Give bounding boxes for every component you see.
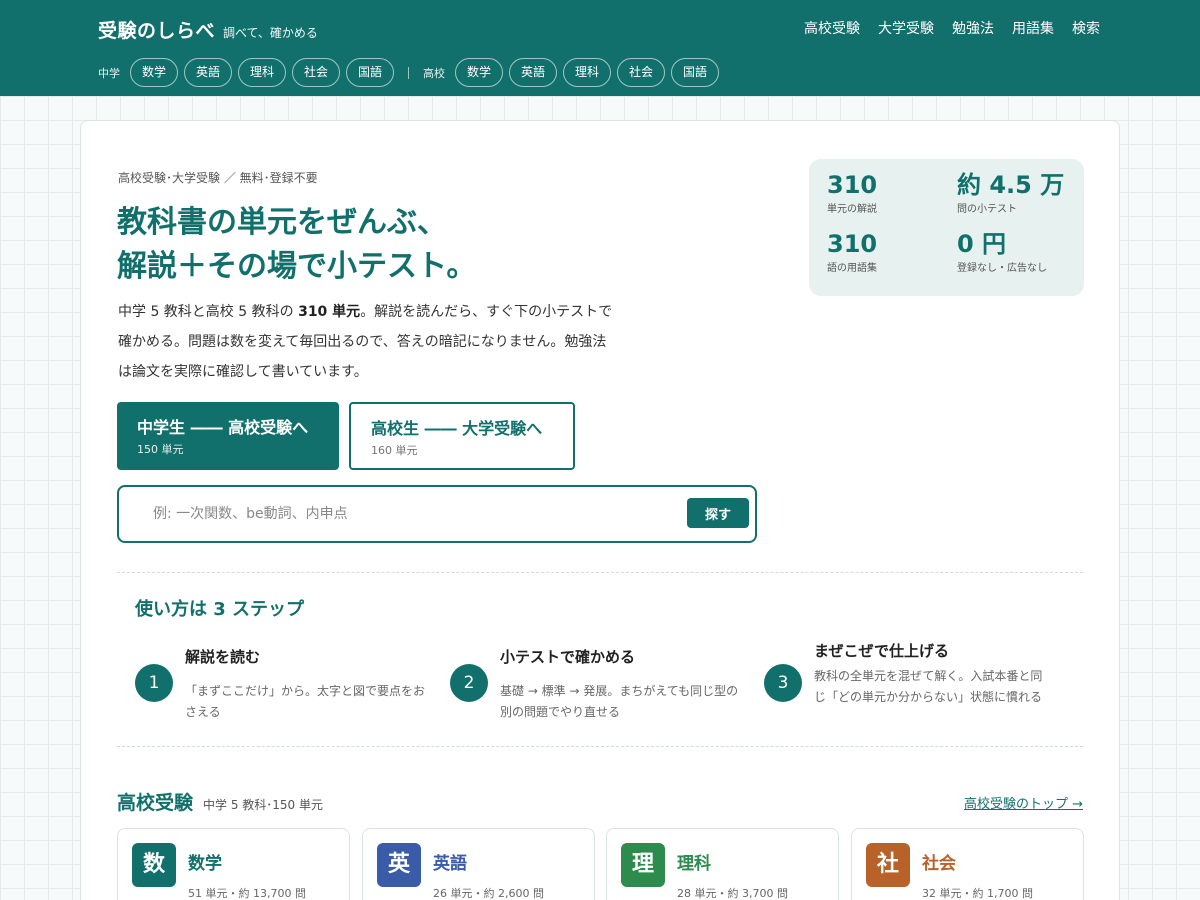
junior-cta-button[interactable]: 中学生 ―― 高校受験へ 150 単元 — [117, 402, 339, 470]
cta-subtitle: 160 単元 — [371, 444, 418, 457]
stat-glossary: 310 語の用語集 — [827, 230, 877, 274]
brand-name[interactable]: 受験のしらべ — [98, 16, 215, 43]
senior-english-pill[interactable]: 英語 — [509, 58, 557, 87]
step-title: 解説を読む — [185, 648, 261, 666]
stats-panel: 310 単元の解説 約 4.5 万 問の小テスト 310 語の用語集 0 円 登… — [809, 159, 1084, 296]
nav-daigaku-juken[interactable]: 大学受験 — [878, 18, 934, 38]
junior-english-pill[interactable]: 英語 — [184, 58, 232, 87]
koko-section-header: 高校受験 中学 5 教科･150 単元 — [117, 788, 323, 815]
junior-science-pill[interactable]: 理科 — [238, 58, 286, 87]
intro-pre: 中学 5 教科と高校 5 教科の — [118, 304, 299, 320]
koko-top-link[interactable]: 高校受験のトップ → — [964, 793, 1083, 812]
stat-value: 310 — [827, 171, 878, 199]
stat-label: 単元の解説 — [827, 204, 877, 215]
subject-card-social[interactable]: 社 社会 32 単元・約 1,700 問 — [851, 828, 1084, 900]
hero-intro: 中学 5 教科と高校 5 教科の 310 単元。解説を読んだら、すぐ下の小テスト… — [118, 297, 618, 387]
howto-title: 使い方は 3 ステップ — [135, 599, 305, 620]
subject-nav: 中学 数学 英語 理科 社会 国語 高校 数学 英語 理科 社会 国語 — [98, 58, 719, 87]
step-desc: 教科の全単元を混ぜて解く。入試本番と同じ「どの単元か分からない」状態に慣れる — [814, 669, 1043, 704]
main-card: 高校受験･大学受験 ／ 無料･登録不要 教科書の単元をぜんぶ、 解説＋その場で小… — [80, 120, 1120, 900]
search-button[interactable]: 探す — [687, 498, 749, 528]
subject-name: 英語 — [433, 854, 467, 874]
koko-section-subtitle: 中学 5 教科･150 単元 — [203, 798, 323, 812]
koko-section-title: 高校受験 — [117, 792, 194, 814]
stat-label: 語の用語集 — [827, 263, 877, 274]
stat-questions: 約 4.5 万 問の小テスト — [957, 171, 1064, 215]
subject-card-science[interactable]: 理 理科 28 単元・約 3,700 問 — [606, 828, 839, 900]
nav-search[interactable]: 検索 — [1072, 18, 1100, 38]
junior-japanese-pill[interactable]: 国語 — [346, 58, 394, 87]
junior-social-pill[interactable]: 社会 — [292, 58, 340, 87]
hero-crumb: 高校受験･大学受験 ／ 無料･登録不要 — [118, 171, 318, 185]
english-icon: 英 — [377, 843, 421, 887]
hero-headline: 教科書の単元をぜんぶ、 解説＋その場で小テスト。 — [117, 201, 757, 289]
subject-meta: 51 単元・約 13,700 問 — [188, 887, 306, 900]
nav-yogoshu[interactable]: 用語集 — [1012, 18, 1054, 38]
subject-meta: 26 単元・約 2,600 問 — [433, 887, 544, 900]
math-icon: 数 — [132, 843, 176, 887]
senior-cta-button[interactable]: 高校生 ―― 大学受験へ 160 単元 — [349, 402, 575, 470]
subject-card-math[interactable]: 数 数学 51 単元・約 13,700 問 — [117, 828, 350, 900]
intro-bold: 310 単元 — [298, 304, 361, 320]
senior-social-pill[interactable]: 社会 — [617, 58, 665, 87]
senior-math-pill[interactable]: 数学 — [455, 58, 503, 87]
step-title: まぜこぜで仕上げる — [814, 642, 950, 660]
step-title: 小テストで確かめる — [500, 648, 636, 666]
subject-card-english[interactable]: 英 英語 26 単元・約 2,600 問 — [362, 828, 595, 900]
headline-line-1: 教科書の単元をぜんぶ、 — [117, 205, 447, 240]
subject-divider — [408, 66, 409, 79]
stat-price: 0 円 登録なし・広告なし — [957, 230, 1047, 274]
section-divider — [117, 572, 1083, 573]
cta-title: 高校生 ―― 大学受験へ — [371, 419, 543, 438]
stat-value: 310 — [827, 230, 878, 258]
headline-line-2: 解説＋その場で小テスト。 — [117, 249, 477, 284]
site-header: 受験のしらべ 調べて、確かめる 高校受験 大学受験 勉強法 用語集 検索 中学 … — [0, 0, 1200, 96]
senior-science-pill[interactable]: 理科 — [563, 58, 611, 87]
stat-label: 問の小テスト — [957, 204, 1017, 215]
step-desc: 基礎 → 標準 → 発展。まちがえても同じ型の別の問題でやり直せる — [500, 684, 739, 719]
step-desc: 「まずここだけ」から。太字と図で要点をおさえる — [185, 684, 426, 719]
stat-value: 約 4.5 万 — [957, 171, 1065, 199]
brand-tagline: 調べて、確かめる — [223, 26, 318, 40]
nav-koko-juken[interactable]: 高校受験 — [804, 18, 860, 38]
cta-title: 中学生 ―― 高校受験へ — [137, 418, 309, 437]
senior-label: 高校 — [423, 66, 445, 80]
step-number: 3 — [764, 664, 802, 702]
junior-label: 中学 — [98, 66, 120, 80]
step-number: 1 — [135, 664, 173, 702]
nav-benkyoho[interactable]: 勉強法 — [952, 18, 994, 38]
search-input[interactable] — [153, 501, 673, 527]
search-box: 探す — [117, 485, 757, 543]
top-nav: 高校受験 大学受験 勉強法 用語集 検索 — [804, 18, 1100, 38]
cta-subtitle: 150 単元 — [137, 443, 184, 456]
subject-meta: 28 単元・約 3,700 問 — [677, 887, 788, 900]
subject-meta: 32 単元・約 1,700 問 — [922, 887, 1033, 900]
stat-label: 登録なし・広告なし — [957, 263, 1047, 274]
subject-name: 社会 — [922, 854, 956, 874]
section-divider — [117, 746, 1083, 747]
brand[interactable]: 受験のしらべ 調べて、確かめる — [98, 16, 318, 43]
science-icon: 理 — [621, 843, 665, 887]
subject-name: 理科 — [677, 854, 711, 874]
senior-japanese-pill[interactable]: 国語 — [671, 58, 719, 87]
stat-units: 310 単元の解説 — [827, 171, 877, 215]
step-number: 2 — [450, 664, 488, 702]
subject-name: 数学 — [188, 854, 222, 874]
social-icon: 社 — [866, 843, 910, 887]
stat-value: 0 円 — [957, 230, 1007, 258]
junior-math-pill[interactable]: 数学 — [130, 58, 178, 87]
